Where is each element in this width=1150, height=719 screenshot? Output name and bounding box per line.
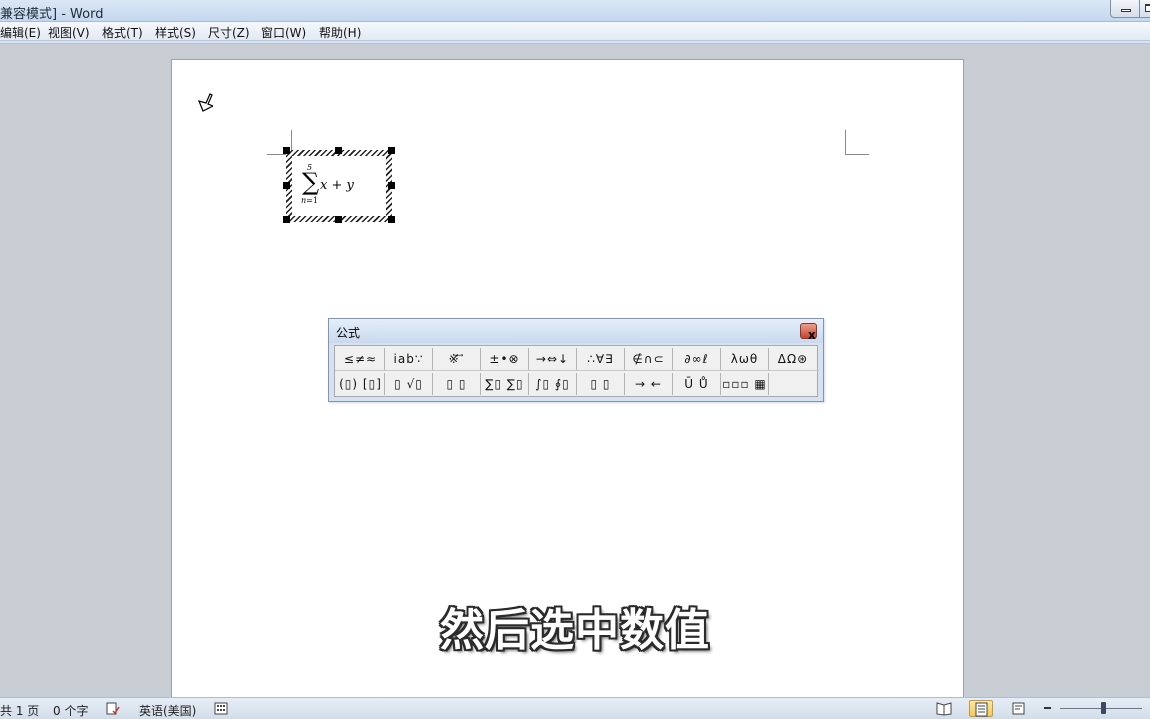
title-bar: 兼容模式] - Word	[0, 0, 1150, 22]
crop-mark-top-right	[845, 130, 869, 155]
menu-style[interactable]: 样式(S)	[155, 24, 196, 41]
fraction-radical-templates-button[interactable]: ▯ √▯	[385, 373, 433, 395]
zoom-slider-thumb[interactable]	[1101, 702, 1106, 714]
lower-limit[interactable]: n=1	[301, 196, 318, 205]
menu-help[interactable]: 帮助(H)	[319, 24, 361, 41]
web-layout-icon	[1012, 702, 1025, 715]
close-icon: x	[808, 328, 816, 342]
integral-templates-button[interactable]: ∫▯ ∮▯	[529, 373, 577, 395]
lower-value: =1	[306, 196, 318, 205]
resize-handle[interactable]	[283, 216, 290, 223]
mouse-pointer-icon	[197, 93, 213, 112]
spaces-ellipses-button[interactable]: ⅰab∵	[385, 348, 433, 370]
minimize-icon	[1121, 9, 1131, 12]
resize-handle[interactable]	[283, 182, 290, 189]
minimize-button[interactable]	[1110, 0, 1140, 18]
resize-handle[interactable]	[335, 216, 342, 223]
print-layout-button[interactable]	[969, 700, 993, 717]
page-count[interactable]: 共 1 页	[0, 702, 39, 719]
fence-templates-button[interactable]: (▯) [▯]	[337, 373, 385, 395]
menu-size[interactable]: 尺寸(Z)	[208, 24, 250, 41]
window-title: 兼容模式] - Word	[0, 7, 104, 22]
variable-y: y	[346, 178, 354, 193]
toolbar-strip	[0, 41, 1150, 44]
palette-body: ≤≠≈ ⅰab∵ ※⃗ ⃗ ±•⊗ →⇔↓ ∴∀∃ ∉∩⊂ ∂∞ℓ λωθ ΔΩ…	[334, 345, 819, 397]
summation-templates-button[interactable]: ∑▯ ∑▯	[481, 373, 529, 395]
palette-title: 公式	[336, 326, 361, 340]
summand[interactable]: x + y	[320, 178, 354, 193]
equation-canvas[interactable]: 5 ∑ n=1 x + y	[292, 156, 386, 216]
misc-symbols-button[interactable]: ∂∞ℓ	[673, 348, 721, 370]
greek-lowercase-button[interactable]: λωθ	[721, 348, 769, 370]
macro-record-icon[interactable]	[214, 702, 228, 715]
greek-uppercase-button[interactable]: ΔΩ⊛	[769, 348, 817, 370]
menu-view[interactable]: 视图(V)	[48, 24, 90, 41]
resize-handle[interactable]	[283, 147, 290, 154]
product-set-templates-button[interactable]: Ū Ů	[673, 373, 721, 395]
web-layout-button[interactable]	[1007, 700, 1031, 717]
resize-handle[interactable]	[335, 147, 342, 154]
video-subtitle: 然后选中数值	[440, 605, 710, 656]
relational-symbols-button[interactable]: ≤≠≈	[337, 348, 385, 370]
word-count[interactable]: 0 个字	[53, 702, 88, 719]
summation-operator[interactable]: ∑	[302, 170, 319, 194]
set-theory-symbols-button[interactable]: ∉∩⊂	[625, 348, 673, 370]
menu-window[interactable]: 窗口(W)	[261, 24, 306, 41]
zoom-out-icon[interactable]	[1044, 707, 1051, 709]
equation-palette: 公式 x ≤≠≈ ⅰab∵ ※⃗ ⃗ ±•⊗ →⇔↓ ∴∀∃ ∉∩⊂ ∂∞ℓ λ…	[328, 318, 824, 402]
menu-format[interactable]: 格式(T)	[102, 24, 143, 41]
maximize-button[interactable]	[1139, 0, 1150, 18]
palette-template-row: (▯) [▯] ▯ √▯ ▯ ▯ ∑▯ ∑▯ ∫▯ ∮▯ ▯ ▯ → ← Ū Ů…	[335, 372, 819, 396]
book-icon	[936, 702, 952, 716]
arrow-symbols-button[interactable]: →⇔↓	[529, 348, 577, 370]
reading-view-button[interactable]	[932, 700, 956, 717]
language-indicator[interactable]: 英语(美国)	[139, 702, 196, 719]
embellishments-button[interactable]: ※⃗ ⃗	[433, 348, 481, 370]
menu-bar: 编辑(E) 视图(V) 格式(T) 样式(S) 尺寸(Z) 窗口(W) 帮助(H…	[0, 22, 1150, 41]
matrix-templates-button[interactable]: ▫▫▫ ▦	[721, 373, 769, 395]
resize-handle[interactable]	[388, 147, 395, 154]
subscript-superscript-templates-button[interactable]: ▯ ▯	[433, 373, 481, 395]
resize-handle[interactable]	[388, 216, 395, 223]
status-bar: 共 1 页 0 个字 英语(美国)	[0, 697, 1150, 719]
operator-symbols-button[interactable]: ±•⊗	[481, 348, 529, 370]
proofing-icon[interactable]	[106, 702, 120, 715]
labeled-arrow-templates-button[interactable]: → ←	[625, 373, 673, 395]
palette-close-button[interactable]: x	[800, 323, 817, 342]
resize-handle[interactable]	[388, 182, 395, 189]
menu-edit[interactable]: 编辑(E)	[0, 24, 41, 41]
palette-title-bar[interactable]: 公式 x	[329, 319, 823, 343]
logical-symbols-button[interactable]: ∴∀∃	[577, 348, 625, 370]
plus-sign: +	[327, 178, 347, 193]
underbar-overbar-templates-button[interactable]: ▯ ▯	[577, 373, 625, 395]
maximize-icon	[1145, 4, 1150, 12]
equation-object[interactable]: 5 ∑ n=1 x + y	[283, 147, 395, 223]
palette-symbol-row: ≤≠≈ ⅰab∵ ※⃗ ⃗ ±•⊗ →⇔↓ ∴∀∃ ∉∩⊂ ∂∞ℓ λωθ ΔΩ…	[335, 347, 819, 371]
page-layout-icon	[975, 702, 988, 717]
